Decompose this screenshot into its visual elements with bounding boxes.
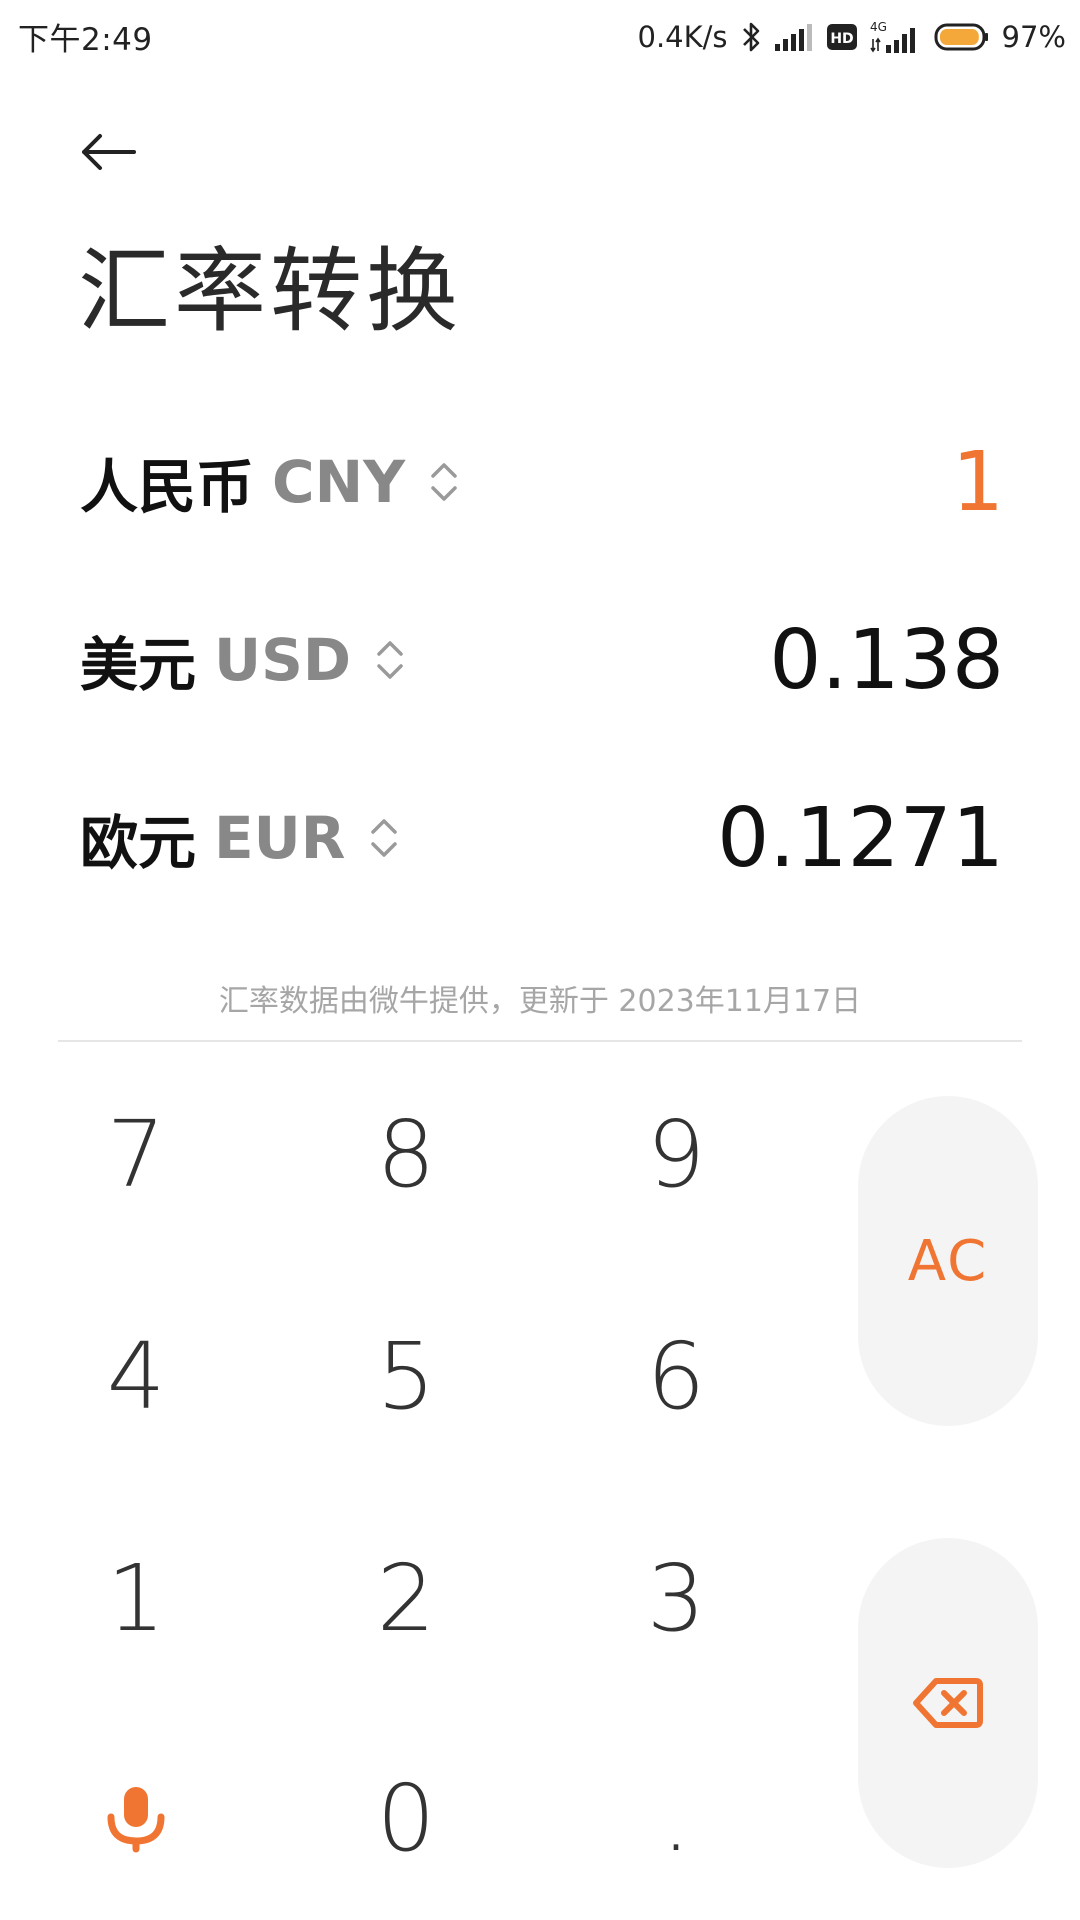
currency-code: CNY bbox=[272, 448, 406, 516]
back-arrow-icon bbox=[82, 134, 136, 170]
clear-all-button[interactable]: AC bbox=[858, 1096, 1038, 1426]
rate-source-note: 汇率数据由微牛提供，更新于 2023年11月17日 bbox=[218, 984, 862, 1019]
currency-row-cny: 人民币 CNY 1 bbox=[80, 432, 1004, 532]
key-1[interactable]: 1 bbox=[26, 1518, 246, 1678]
currency-name: 人民币 bbox=[80, 453, 255, 521]
backspace-button[interactable] bbox=[858, 1538, 1038, 1868]
key-7[interactable]: 7 bbox=[26, 1074, 246, 1234]
signal-4g-icon: 4G bbox=[870, 20, 915, 53]
currency-selector-usd[interactable]: 美元 USD bbox=[80, 618, 405, 702]
key-3[interactable]: 3 bbox=[566, 1518, 786, 1678]
currency-value-eur[interactable]: 0.1271 bbox=[717, 791, 1004, 886]
currency-row-eur: 欧元 EUR 0.1271 bbox=[80, 788, 1004, 888]
chevron-updown-icon bbox=[377, 641, 403, 679]
currency-selector-eur[interactable]: 欧元 EUR bbox=[80, 796, 399, 880]
back-button[interactable] bbox=[72, 122, 144, 182]
chevron-updown-icon bbox=[431, 463, 457, 501]
net-speed: 0.4K/s bbox=[637, 20, 728, 54]
voice-input-button[interactable] bbox=[26, 1738, 246, 1898]
key-8[interactable]: 8 bbox=[296, 1074, 516, 1234]
currency-code: EUR bbox=[214, 804, 346, 872]
page-title: 汇率转换 bbox=[78, 238, 463, 345]
hd-icon: HD bbox=[826, 24, 857, 50]
currency-value-cny[interactable]: 1 bbox=[952, 435, 1004, 530]
status-bar: 下午2:49 0.4K/s HD 4G 97% bbox=[0, 0, 1080, 74]
keypad-divider bbox=[58, 1040, 1022, 1042]
bluetooth-icon bbox=[742, 22, 759, 52]
key-9[interactable]: 9 bbox=[566, 1074, 786, 1234]
backspace-icon bbox=[913, 1678, 983, 1728]
status-icons: 0.4K/s HD 4G 97% bbox=[638, 12, 1067, 62]
microphone-icon bbox=[107, 1787, 165, 1853]
currency-code: USD bbox=[214, 626, 352, 694]
clear-all-label: AC bbox=[907, 1228, 989, 1294]
net-type-label: 4G bbox=[870, 20, 887, 34]
chevron-updown-icon bbox=[371, 819, 398, 857]
currency-row-usd: 美元 USD 0.138 bbox=[80, 610, 1004, 710]
currency-value-usd[interactable]: 0.138 bbox=[769, 613, 1004, 708]
status-time: 下午2:49 bbox=[18, 22, 153, 58]
key-6[interactable]: 6 bbox=[566, 1296, 786, 1456]
signal-icon bbox=[774, 24, 812, 51]
key-2[interactable]: 2 bbox=[296, 1518, 516, 1678]
key-0[interactable]: 0 bbox=[296, 1738, 516, 1898]
hd-label: HD bbox=[830, 31, 853, 47]
key-4[interactable]: 4 bbox=[26, 1296, 246, 1456]
battery-percent: 97% bbox=[1001, 20, 1066, 54]
battery-icon bbox=[934, 23, 988, 51]
currency-name: 美元 bbox=[80, 631, 197, 699]
key-decimal[interactable]: . bbox=[566, 1738, 786, 1898]
currency-selector-cny[interactable]: 人民币 CNY bbox=[80, 440, 459, 524]
key-5[interactable]: 5 bbox=[296, 1296, 516, 1456]
currency-name: 欧元 bbox=[80, 809, 197, 877]
